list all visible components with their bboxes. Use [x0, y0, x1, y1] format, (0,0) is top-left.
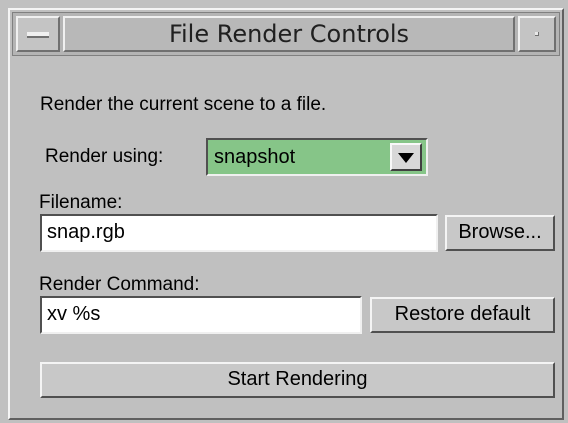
window-menu-button[interactable]	[16, 16, 60, 52]
restore-default-button[interactable]: Restore default	[370, 297, 555, 333]
render-command-field[interactable]: xv %s	[40, 296, 362, 334]
description-text: Render the current scene to a file.	[40, 94, 327, 115]
window-menu-icon	[27, 32, 49, 38]
render-method-select[interactable]: snapshot	[206, 138, 428, 176]
render-command-label: Render Command:	[39, 274, 200, 295]
render-window: File Render Controls Render the current …	[8, 8, 564, 420]
title-bar[interactable]: File Render Controls	[12, 12, 560, 56]
render-method-value: snapshot	[214, 146, 296, 168]
dropdown-arrow-button[interactable]	[390, 143, 422, 171]
browse-button[interactable]: Browse...	[445, 215, 555, 251]
filename-label: Filename:	[39, 192, 123, 213]
window-title[interactable]: File Render Controls	[63, 16, 515, 52]
minimize-icon	[535, 32, 539, 36]
minimize-button[interactable]	[518, 16, 556, 52]
render-using-label: Render using:	[45, 146, 164, 167]
chevron-down-icon	[398, 153, 414, 163]
filename-field[interactable]: snap.rgb	[40, 214, 438, 252]
start-rendering-button[interactable]: Start Rendering	[40, 362, 555, 398]
